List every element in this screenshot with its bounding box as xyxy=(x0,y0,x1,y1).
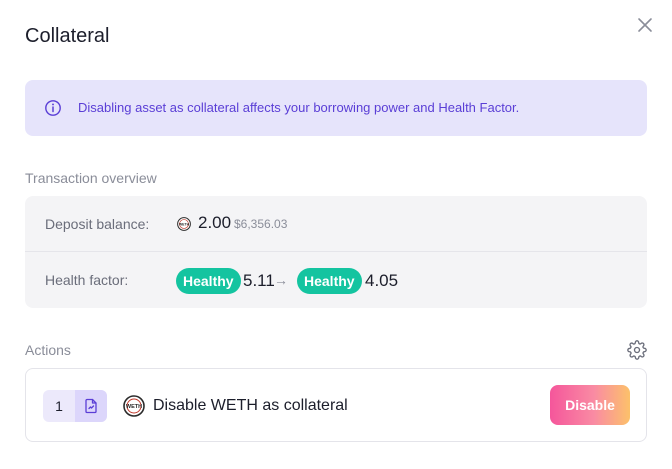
deposit-balance-label: Deposit balance: xyxy=(45,216,150,232)
document-sign-icon xyxy=(75,390,107,422)
health-factor-current: 5.11 xyxy=(243,271,275,290)
status-badge-current: Healthy xyxy=(176,268,241,294)
weth-token-icon: WETH xyxy=(123,395,145,417)
info-alert: Disabling asset as collateral affects yo… xyxy=(25,80,647,136)
deposit-usd-value: $6,356.03 xyxy=(234,217,288,231)
step-number: 1 xyxy=(55,398,63,414)
health-factor-label: Health factor: xyxy=(45,272,129,288)
status-badge-new: Healthy xyxy=(297,268,362,294)
actions-label: Actions xyxy=(25,342,71,358)
svg-text:WETH: WETH xyxy=(179,222,190,226)
info-icon xyxy=(44,99,62,117)
health-factor-row: Health factor: Healthy 5.11 → Healthy 4.… xyxy=(25,252,647,308)
svg-text:WETH: WETH xyxy=(126,404,142,410)
transaction-overview-label: Transaction overview xyxy=(25,170,157,186)
deposit-balance-row: Deposit balance: WETH 2.00 $6,356.03 xyxy=(25,196,647,252)
deposit-amount: 2.00 xyxy=(198,213,232,232)
arrow-right-icon: → xyxy=(274,272,288,288)
action-description: Disable WETH as collateral xyxy=(153,397,348,414)
gear-icon[interactable] xyxy=(627,340,647,360)
step-indicator: 1 xyxy=(43,390,107,422)
modal-title: Collateral xyxy=(25,25,110,47)
collateral-modal: Collateral Disabling asset as collateral… xyxy=(0,0,672,469)
weth-token-icon: WETH xyxy=(177,217,191,231)
health-factor-new: 4.05 xyxy=(365,271,399,290)
action-step-card: 1 WETH Disable WETH as collateral Disabl… xyxy=(25,368,647,442)
alert-text: Disabling asset as collateral affects yo… xyxy=(78,100,520,115)
disable-button[interactable]: Disable xyxy=(550,385,630,425)
close-icon[interactable] xyxy=(636,16,654,34)
transaction-overview: Deposit balance: WETH 2.00 $6,356.03 Hea… xyxy=(25,196,647,308)
